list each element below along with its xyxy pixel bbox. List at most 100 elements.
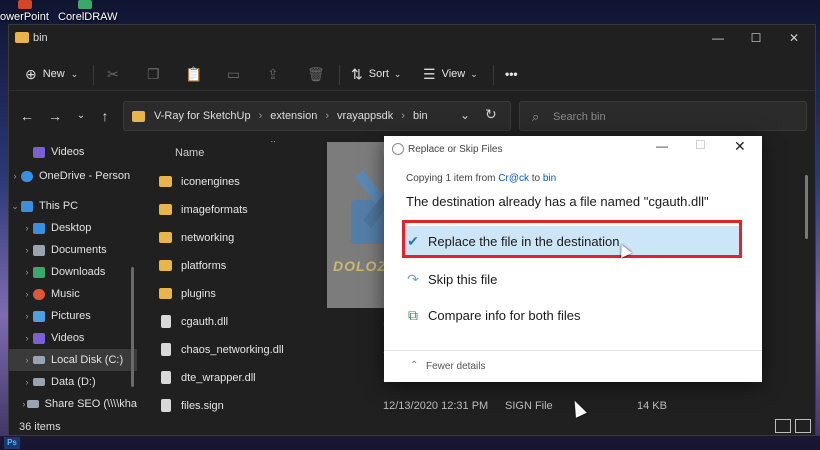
copy-button[interactable]: ❐ <box>147 57 166 91</box>
copy-mid: to <box>528 173 543 184</box>
sidebar-item-data-d[interactable]: › Data (D:) <box>9 371 137 393</box>
expand-arrow-icon: › <box>25 267 29 277</box>
navigation-bar: ← → ⌄ ↑ V-Ray for SketchUp › extension ›… <box>9 101 815 131</box>
navigation-pane: Videos › OneDrive - Person ⌄ This PC › D… <box>9 141 137 413</box>
share-button[interactable]: ⇪ <box>267 57 285 91</box>
rename-icon: ▭ <box>227 65 241 82</box>
drive-icon <box>33 356 45 364</box>
compare-files-option[interactable]: ⧉ Compare info for both files <box>404 300 742 330</box>
sidebar-item-label: This PC <box>39 200 79 212</box>
breadcrumb-vray[interactable]: V-Ray for SketchUp <box>154 110 251 122</box>
sidebar-item-downloads[interactable]: › Downloads <box>9 261 137 283</box>
sidebar-item-this-pc[interactable]: ⌄ This PC <box>9 195 137 217</box>
powerpoint-icon <box>18 0 32 9</box>
sidebar-item-share-seo[interactable]: › Share SEO (\\\\kha <box>9 393 137 413</box>
address-dropdown-icon[interactable]: ⌄ <box>460 108 470 122</box>
sidebar-scrollbar[interactable] <box>131 267 134 387</box>
file-list-scrollbar[interactable] <box>805 175 808 239</box>
source-folder-link[interactable]: Cr@ck <box>498 173 529 184</box>
downloads-icon <box>33 266 45 278</box>
videos-icon <box>33 146 45 158</box>
sidebar-item-pictures[interactable]: › Pictures <box>9 305 137 327</box>
file-name: chaos_networking.dll <box>181 344 284 356</box>
sidebar-item-videos-pc[interactable]: › Videos <box>9 327 137 349</box>
skip-arrow-icon: ↷ <box>407 270 419 287</box>
sidebar-item-onedrive[interactable]: › OneDrive - Person <box>9 165 137 187</box>
breadcrumb-extension[interactable]: extension <box>270 110 317 122</box>
toolbar-divider <box>493 65 494 85</box>
cut-button[interactable]: ✂ <box>107 57 125 91</box>
file-name: iconengines <box>181 176 240 188</box>
chevron-right-icon: › <box>258 110 263 122</box>
more-options-button[interactable]: ••• <box>505 57 518 91</box>
toolbar-divider <box>339 65 340 85</box>
sort-button[interactable]: ⇅ Sort ⌄ <box>351 57 407 91</box>
sidebar-item-desktop[interactable]: › Desktop <box>9 217 137 239</box>
back-arrow-icon[interactable]: ← <box>17 105 37 127</box>
coreldraw-icon <box>78 0 92 9</box>
compare-option-label: Compare info for both files <box>428 307 581 323</box>
breadcrumb-vrayappsdk[interactable]: vrayappsdk <box>337 110 393 122</box>
copy-prefix: Copying 1 item from <box>406 173 499 184</box>
minimize-button[interactable]: — <box>699 25 737 51</box>
refresh-icon[interactable]: ↻ <box>485 106 497 123</box>
file-name: dte_wrapper.dll <box>181 372 256 384</box>
maximize-button[interactable]: ☐ <box>737 25 775 51</box>
file-name: cgauth.dll <box>181 316 229 328</box>
view-icon: ☰ <box>423 65 436 82</box>
sidebar-item-videos[interactable]: Videos <box>9 141 137 163</box>
skip-file-option[interactable]: ↷ Skip this file <box>404 264 742 294</box>
desktop-icon-powerpoint[interactable]: owerPoint <box>0 0 50 24</box>
sidebar-item-music[interactable]: › Music <box>9 283 137 305</box>
chevron-up-icon: ⌃ <box>410 360 419 371</box>
search-icon: ⌕ <box>532 109 540 124</box>
music-icon <box>33 288 45 300</box>
forward-arrow-icon[interactable]: → <box>45 105 65 127</box>
file-name: platforms <box>181 260 227 272</box>
chevron-down-icon: ⌄ <box>70 68 79 79</box>
sidebar-item-label: Desktop <box>51 222 92 234</box>
fewer-details-toggle[interactable]: ⌃ Fewer details <box>384 350 762 382</box>
folder-icon <box>159 232 172 243</box>
file-name: imageformats <box>181 204 248 216</box>
share-icon: ⇪ <box>267 65 279 82</box>
view-button[interactable]: ☰ View ⌄ <box>423 57 484 91</box>
conflict-message: The destination already has a file named… <box>406 194 709 209</box>
desktop-icon-label: owerPoint <box>0 11 49 23</box>
desktop-icon-label: CorelDRAW <box>58 11 118 23</box>
file-icon <box>161 371 171 384</box>
folder-icon <box>15 32 29 43</box>
dialog-close-button[interactable]: ✕ <box>734 138 746 155</box>
toolbar-divider <box>93 65 94 85</box>
new-button[interactable]: ⊕ New ⌄ <box>25 57 84 91</box>
sidebar-item-label: Videos <box>51 332 85 344</box>
desktop-icon-coreldraw[interactable]: CorelDRAW <box>56 0 118 24</box>
chevron-down-icon: ⌄ <box>470 68 478 79</box>
expand-arrow-icon: › <box>25 333 29 343</box>
copy-icon: ❐ <box>147 65 160 82</box>
tiles-view-icon[interactable] <box>795 419 811 433</box>
rename-button[interactable]: ▭ <box>227 57 246 91</box>
dialog-minimize-button[interactable]: — <box>656 139 668 153</box>
window-title: bin <box>33 32 48 44</box>
recent-locations-chevron-icon[interactable]: ⌄ <box>71 105 91 127</box>
sidebar-item-documents[interactable]: › Documents <box>9 239 137 261</box>
copy-status-line: Copying 1 item from Cr@ck to bin <box>406 173 556 184</box>
expand-arrow-icon: › <box>22 399 26 409</box>
address-bar[interactable]: V-Ray for SketchUp › extension › vrayapp… <box>123 101 511 131</box>
breadcrumb-bin[interactable]: bin <box>413 110 428 122</box>
replace-or-skip-dialog: Replace or Skip Files — ☐ ✕ Copying 1 it… <box>384 136 762 382</box>
destination-folder-link[interactable]: bin <box>543 173 556 184</box>
close-button[interactable]: ✕ <box>775 25 813 51</box>
sidebar-item-label: Downloads <box>51 266 106 278</box>
list-item[interactable]: files.sign 12/13/2020 12:31 PM SIGN File… <box>143 393 813 417</box>
search-box[interactable]: ⌕ Search bin <box>519 101 807 131</box>
paste-button[interactable]: 📋 <box>185 57 208 91</box>
up-arrow-icon[interactable]: ↑ <box>95 105 115 127</box>
photoshop-icon[interactable]: Ps <box>4 437 20 449</box>
sidebar-item-local-disk-c[interactable]: › Local Disk (C:) <box>9 349 137 371</box>
column-header-name[interactable]: Name <box>175 147 204 159</box>
chevron-down-icon: ⌄ <box>393 68 402 79</box>
details-view-icon[interactable] <box>775 419 791 433</box>
delete-button[interactable]: 🗑 <box>307 57 331 91</box>
